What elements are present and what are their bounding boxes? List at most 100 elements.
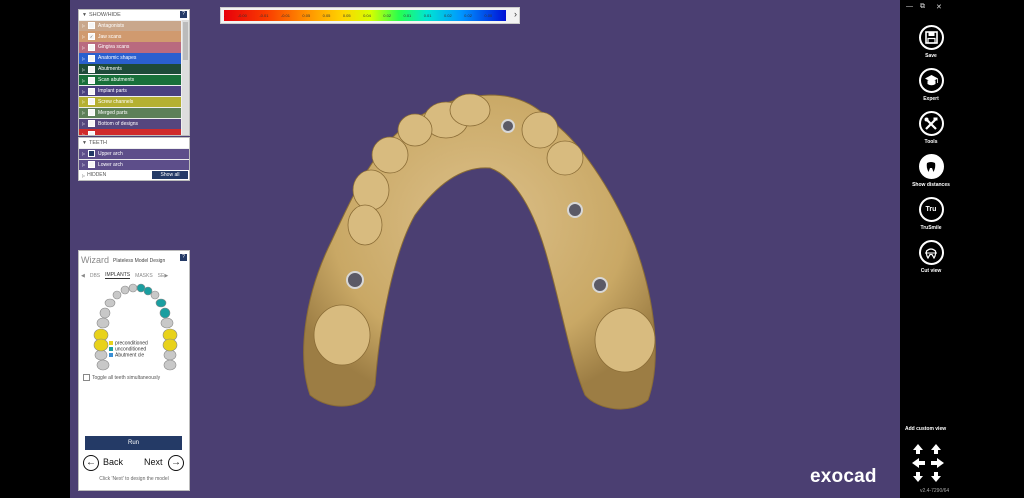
show-all-button[interactable]: Show all xyxy=(152,171,188,179)
layer-checkbox[interactable] xyxy=(88,76,95,84)
next-arrow-icon[interactable]: → xyxy=(168,455,184,471)
layer-label: Anatomic shapes xyxy=(98,55,137,62)
back-button[interactable]: Back xyxy=(103,457,123,467)
deviation-color-scale[interactable]: - -0.00 -0.01 -0.01 0.05 0.05 0.05 0.04 … xyxy=(220,7,520,24)
trusmile-button[interactable]: Tru TruSmile xyxy=(906,197,956,231)
tab-masks[interactable]: MASKS xyxy=(135,273,153,279)
next-button[interactable]: Next xyxy=(144,457,163,467)
scale-expand-icon[interactable]: › xyxy=(514,9,517,19)
toggle-all-teeth[interactable]: Toggle all teeth simultaneously xyxy=(83,374,160,381)
toggle-checkbox[interactable] xyxy=(83,374,90,381)
teeth-header[interactable]: ▼ TEETH xyxy=(79,138,189,148)
arch-checkbox[interactable] xyxy=(88,161,95,169)
layer-row-scan-abutments[interactable]: ▷ Scan abutments xyxy=(79,74,181,86)
layer-label: Abutments xyxy=(98,66,122,73)
scale-tick: - xyxy=(504,13,506,18)
layer-checkbox[interactable] xyxy=(88,43,95,51)
layer-row-implant-parts[interactable]: ▷ Implant parts xyxy=(79,85,181,97)
help-icon[interactable]: ? xyxy=(180,254,187,261)
tab-implants[interactable]: IMPLANTS xyxy=(105,272,131,279)
trusmile-icon: Tru xyxy=(918,197,944,222)
wizard-subtitle: Plateless Model Design xyxy=(113,258,166,264)
legend-swatch xyxy=(109,352,113,357)
tool-label: Cut view xyxy=(920,268,942,274)
add-custom-view-label[interactable]: Add custom view xyxy=(905,426,946,432)
left-margin xyxy=(0,0,70,498)
minimize-icon[interactable]: — xyxy=(906,3,913,10)
layer-row-antagonists[interactable]: ▷ Antagonists xyxy=(79,20,181,31)
show-hide-header[interactable]: ▼ SHOW/HIDE ? xyxy=(79,10,189,20)
layer-row-screw-channels[interactable]: ▷ Screw channels xyxy=(79,96,181,108)
tooth-chart[interactable] xyxy=(83,283,185,378)
tab-prev-icon[interactable]: ◀ xyxy=(81,273,85,279)
layer-checkbox[interactable] xyxy=(88,22,95,30)
run-button[interactable]: Run xyxy=(85,436,182,450)
layer-label: Bottom of designs xyxy=(98,120,139,127)
layer-label: Jaw scans xyxy=(98,33,122,40)
teeth-title: TEETH xyxy=(88,140,107,146)
scroll-thumb[interactable] xyxy=(183,22,188,60)
scale-tick: -0.00 xyxy=(237,13,247,18)
scale-tick: 0.01 xyxy=(403,13,412,18)
tab-dbs[interactable]: DBS xyxy=(90,273,100,279)
layer-row-gingiva-scans[interactable]: ▷ Gingiva scans xyxy=(79,42,181,53)
teeth-row-lower-arch[interactable]: ▷ Lower arch xyxy=(79,159,189,170)
tab-next-icon[interactable]: SE▶ xyxy=(158,273,169,279)
arch-label: Lower arch xyxy=(98,161,123,168)
view-navigation-icon[interactable] xyxy=(912,443,944,483)
layer-checkbox[interactable] xyxy=(88,65,95,73)
layer-checkbox[interactable] xyxy=(88,54,95,62)
layer-row-abutments[interactable]: ▷ Abutments xyxy=(79,64,181,75)
tools-button[interactable]: Tools xyxy=(906,111,956,145)
layer-row-anatomic-shapes[interactable]: ▷ Anatomic shapes xyxy=(79,53,181,64)
layer-row-partial[interactable]: ▷ xyxy=(79,129,181,135)
teeth-row-upper-arch[interactable]: ▷ Upper arch xyxy=(79,148,189,159)
scale-tick: 0.04 xyxy=(363,13,371,18)
jaw-scan-model[interactable] xyxy=(70,0,900,498)
layer-checkbox[interactable] xyxy=(88,98,95,106)
expert-button[interactable]: Expert xyxy=(906,68,956,102)
scale-tick: -0.01 xyxy=(280,13,290,18)
arch-checkbox[interactable] xyxy=(88,150,95,158)
save-icon xyxy=(918,25,944,50)
layer-label: Screw channels xyxy=(98,98,134,105)
layer-row-merged-parts[interactable]: ▷ Merged parts xyxy=(79,107,181,119)
toggle-label: Toggle all teeth simultaneously xyxy=(92,374,161,381)
show-hide-panel: ▼ SHOW/HIDE ? ▷ Antagonists ▷ ✓ Jaw scans ▷… xyxy=(78,9,190,136)
scale-tick: 0.02 xyxy=(383,13,392,18)
3d-viewport[interactable]: - -0.00 -0.01 -0.01 0.05 0.05 0.05 0.04 … xyxy=(70,0,900,498)
layer-checkbox-checked[interactable]: ✓ xyxy=(88,33,95,41)
show-distances-button[interactable]: Show distances xyxy=(906,154,956,188)
wizard-title: Wizard xyxy=(81,255,110,265)
layer-checkbox[interactable] xyxy=(88,87,95,95)
cut-view-button[interactable]: Cut view xyxy=(906,240,956,274)
layer-label: Antagonists xyxy=(98,22,125,29)
collapse-icon[interactable]: ▼ xyxy=(82,12,87,18)
hidden-row: ▷ HIDDEN Show all xyxy=(79,170,189,180)
version-label: v2.4-7290/64 xyxy=(920,488,950,494)
scale-tick: 0.05 xyxy=(302,13,311,18)
scale-tick: 0.00 xyxy=(484,13,493,18)
layer-row-jaw-scans[interactable]: ▷ ✓ Jaw scans xyxy=(79,31,181,42)
restore-icon[interactable]: ⧉ xyxy=(920,3,925,11)
layer-row-bottom-of-designs[interactable]: ▷ Bottom of designs xyxy=(79,118,181,129)
legend-swatch xyxy=(109,346,113,351)
save-button[interactable]: Save xyxy=(906,25,956,59)
wizard-tabs: ◀ DBS IMPLANTS MASKS SE▶ xyxy=(81,271,187,280)
legend-label: Abutment cle xyxy=(115,351,145,358)
layer-label: Implant parts xyxy=(98,88,127,95)
collapse-icon[interactable]: ▼ xyxy=(82,140,87,146)
wizard-hint: Click 'Next' to design the model xyxy=(99,476,169,482)
close-icon[interactable]: ✕ xyxy=(936,3,942,11)
expand-icon[interactable]: ▷ xyxy=(82,173,85,178)
exocad-logo: exocad xyxy=(810,466,877,487)
layer-checkbox[interactable] xyxy=(88,120,95,128)
layer-checkbox[interactable] xyxy=(88,109,95,117)
tools-icon xyxy=(918,111,944,136)
back-arrow-icon[interactable]: ← xyxy=(83,455,99,471)
help-icon[interactable]: ? xyxy=(180,11,187,18)
right-toolbar: — ⧉ ✕ Save Expert Tools Show distances T… xyxy=(900,0,1024,498)
layer-scrollbar[interactable] xyxy=(182,20,189,135)
show-hide-title: SHOW/HIDE xyxy=(88,12,121,18)
layer-checkbox[interactable] xyxy=(88,131,95,135)
